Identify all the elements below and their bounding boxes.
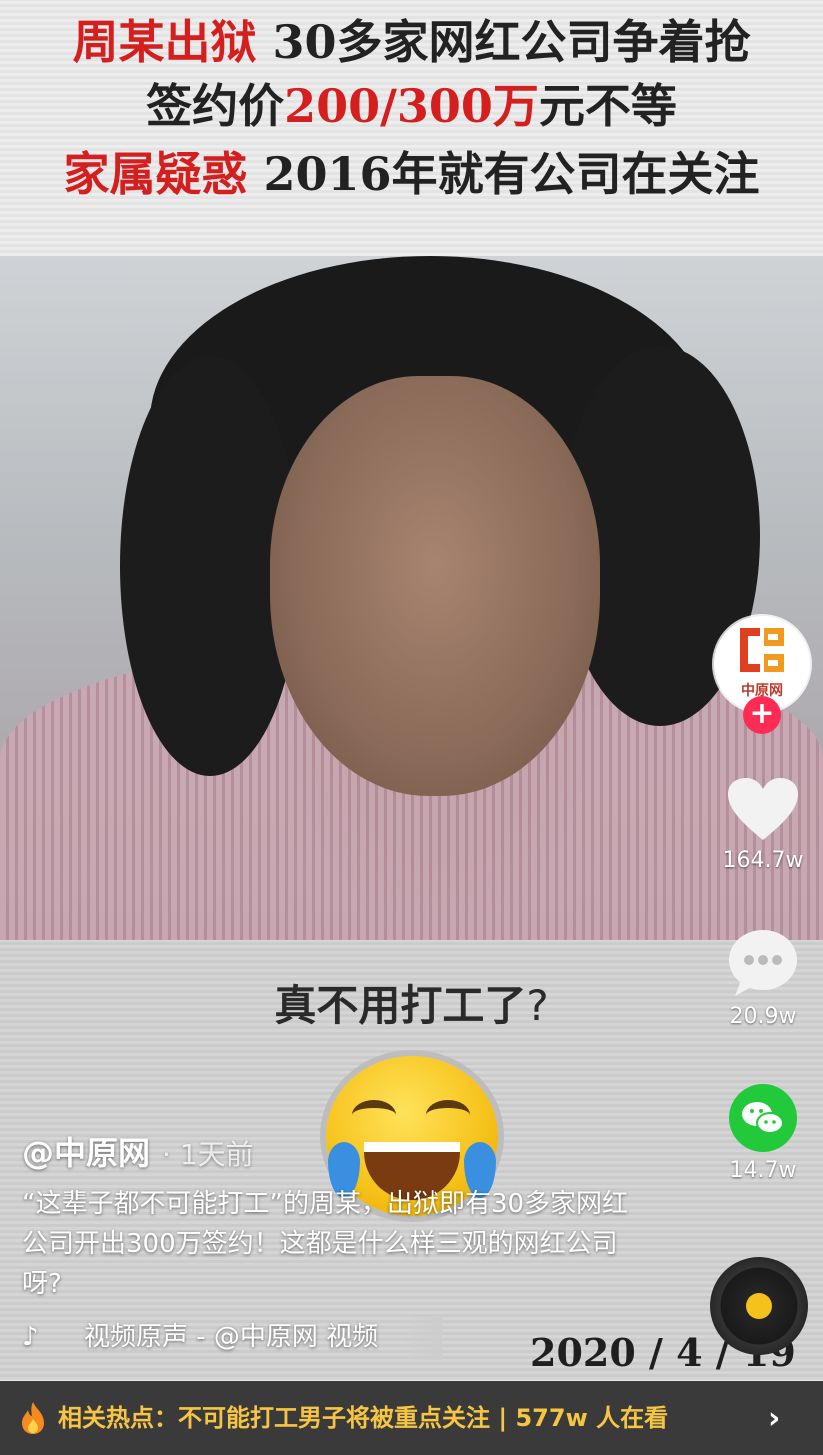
like-count: 164.7w bbox=[722, 848, 804, 873]
music-fade bbox=[402, 1316, 442, 1360]
comment-count: 20.9w bbox=[729, 1004, 797, 1029]
headline-line-2: 签约价200/300万元不等 bbox=[0, 78, 823, 134]
music-row[interactable]: ♪ 视频原声 - @中原网 视频 bbox=[22, 1316, 442, 1360]
music-disc-icon[interactable] bbox=[710, 1257, 808, 1355]
comment-button[interactable]: 20.9w bbox=[713, 928, 813, 1029]
hot-topic-bar[interactable]: 相关热点：不可能打工男子将被重点关注 | 577w 人在看 › bbox=[0, 1381, 823, 1455]
headline-red-text: 周某出狱 bbox=[72, 15, 257, 69]
follow-button[interactable]: + bbox=[743, 696, 781, 734]
caption-text: 真不用打工了 bbox=[274, 981, 527, 1030]
zhongyuan-logo-icon bbox=[740, 628, 784, 672]
author-row: @中原网 · 1天前 bbox=[22, 1128, 254, 1174]
emoji-eye bbox=[352, 1100, 396, 1130]
headline-line-3: 家属疑惑 2016年就有公司在关注 bbox=[0, 146, 823, 202]
headline-banner: 周某出狱 30多家网红公司争着抢 签约价200/300万元不等 家属疑惑 201… bbox=[0, 0, 823, 256]
music-note-icon: ♪ bbox=[22, 1322, 39, 1352]
headline-text: 30多家网红公司争着抢 bbox=[256, 15, 751, 69]
share-count: 14.7w bbox=[729, 1158, 797, 1183]
headline-red-text: 200/300万 bbox=[284, 79, 539, 133]
emoji-eye bbox=[426, 1100, 470, 1130]
headline-text: 2016年就有公司在关注 bbox=[247, 147, 760, 201]
face-shape bbox=[270, 376, 600, 796]
music-title[interactable]: 视频原声 - @中原网 视频 bbox=[84, 1316, 378, 1353]
like-button[interactable]: 164.7w bbox=[713, 776, 813, 873]
hot-topic-text: 相关热点：不可能打工男子将被重点关注 | 577w 人在看 bbox=[58, 1404, 669, 1432]
post-time: · 1天前 bbox=[162, 1138, 254, 1171]
video-screen[interactable]: 周某出狱 30多家网红公司争着抢 签约价200/300万元不等 家属疑惑 201… bbox=[0, 0, 823, 1455]
headline-red-text: 家属疑惑 bbox=[63, 147, 248, 201]
chevron-right-icon: › bbox=[768, 1401, 781, 1436]
video-frame bbox=[0, 256, 823, 940]
post-description[interactable]: “这辈子都不可能打工”的周某，出狱即有30多家网红公司开出300万签约！这都是什… bbox=[22, 1184, 642, 1304]
headline-text: 元不等 bbox=[538, 79, 677, 133]
wechat-bubbles-icon bbox=[742, 1102, 784, 1134]
author-name[interactable]: @中原网 bbox=[22, 1134, 150, 1172]
caption-mark: ? bbox=[526, 981, 549, 1030]
disc-center bbox=[746, 1293, 772, 1319]
headline-line-1: 周某出狱 30多家网红公司争着抢 bbox=[0, 14, 823, 70]
heart-icon bbox=[728, 778, 798, 840]
video-caption: 真不用打工了? bbox=[0, 972, 823, 1033]
flame-icon bbox=[22, 1402, 44, 1434]
comment-bubble-icon bbox=[729, 930, 797, 996]
share-wechat-button[interactable]: 14.7w bbox=[713, 1084, 813, 1183]
headline-text: 签约价 bbox=[146, 79, 285, 133]
wechat-icon bbox=[729, 1084, 797, 1152]
